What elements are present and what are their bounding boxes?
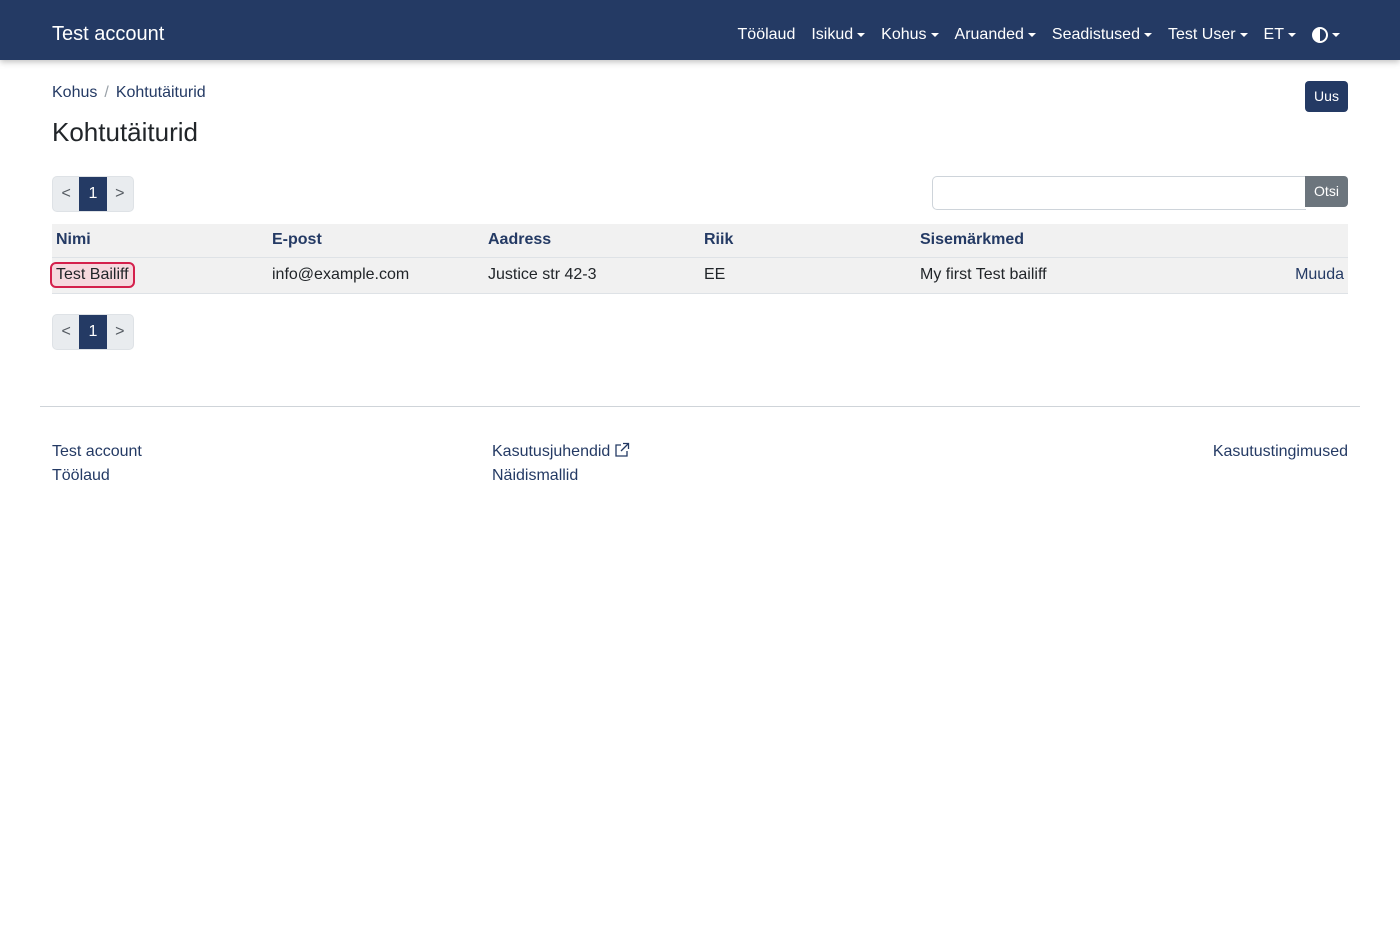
footer-link-toolaud[interactable]: Töölaud: [52, 464, 142, 488]
nav-item-toolaud[interactable]: Töölaud: [738, 24, 796, 46]
footer-link-account[interactable]: Test account: [52, 440, 142, 464]
cell-name: Test Bailiff: [50, 257, 268, 294]
footer-column-1: Test account Töölaud: [52, 440, 142, 488]
nav-item-isikud[interactable]: Isikud: [811, 24, 866, 46]
caret-down-icon: [857, 33, 866, 37]
nav-menu: Töölaud Isikud Kohus Aruanded Seadistuse…: [738, 24, 1340, 46]
pagination-prev-button[interactable]: <: [53, 177, 79, 211]
column-header-name: Nimi: [52, 224, 268, 258]
search-input[interactable]: [932, 176, 1306, 210]
top-navbar: Test account Töölaud Isikud Kohus Aruand…: [0, 0, 1400, 60]
table-row: Test Bailiff info@example.com Justice st…: [50, 257, 1348, 294]
column-header-notes: Sisemärkmed: [916, 224, 1216, 258]
pagination-bottom: < 1 >: [52, 314, 134, 350]
caret-down-icon: [930, 33, 939, 37]
footer-link-label: Kasutusjuhendid: [492, 443, 611, 460]
caret-down-icon: [1239, 33, 1248, 37]
cell-notes: My first Test bailiff: [916, 257, 1216, 294]
pagination-next-button[interactable]: >: [107, 315, 133, 349]
nav-item-language[interactable]: ET: [1264, 24, 1296, 46]
caret-down-icon: [1332, 33, 1340, 37]
breadcrumb-separator: /: [104, 84, 109, 101]
breadcrumb-item-current[interactable]: Kohtutäiturid: [116, 83, 206, 103]
pagination-prev-button[interactable]: <: [53, 315, 79, 349]
edit-link[interactable]: Muuda: [1295, 266, 1344, 283]
caret-down-icon: [1143, 33, 1152, 37]
breadcrumb-item-kohus[interactable]: Kohus: [52, 83, 97, 103]
pagination-top: < 1 >: [52, 176, 134, 212]
footer-divider: [40, 406, 1360, 407]
footer-link-terms[interactable]: Kasutustingimused: [1213, 440, 1348, 464]
cell-email: info@example.com: [268, 257, 484, 294]
column-header-country: Riik: [700, 224, 916, 258]
nav-item-label: Kohus: [881, 26, 927, 43]
nav-item-user-menu[interactable]: Test User: [1168, 24, 1248, 46]
footer-link-manuals[interactable]: Kasutusjuhendid: [492, 440, 630, 464]
table-header-row: Nimi E-post Aadress Riik Sisemärkmed: [52, 224, 1348, 258]
nav-item-label: ET: [1263, 26, 1284, 43]
nav-item-label: Seadistused: [1051, 26, 1140, 43]
footer-link-templates[interactable]: Näidismallid: [492, 464, 630, 488]
cell-address: Justice str 42-3: [484, 257, 700, 294]
column-header-email: E-post: [268, 224, 484, 258]
nav-item-seadistused[interactable]: Seadistused: [1052, 24, 1152, 46]
pagination-page-button[interactable]: 1: [79, 177, 107, 211]
footer-column-2: Kasutusjuhendid Näidismallid: [492, 440, 630, 488]
nav-item-kohus[interactable]: Kohus: [881, 24, 939, 46]
column-header-address: Aadress: [484, 224, 700, 258]
nav-item-label: Töölaud: [737, 26, 796, 43]
nav-item-label: Aruanded: [954, 26, 1024, 43]
search-button[interactable]: Otsi: [1305, 176, 1348, 207]
pagination-page-button[interactable]: 1: [79, 315, 107, 349]
footer-column-3: Kasutustingimused: [1213, 440, 1348, 464]
cell-actions: Muuda: [1216, 257, 1348, 294]
nav-item-label: Isikud: [811, 26, 854, 43]
pagination-next-button[interactable]: >: [107, 177, 133, 211]
caret-down-icon: [1288, 33, 1296, 37]
external-link-icon: [615, 442, 630, 457]
contrast-icon: [1312, 27, 1328, 43]
new-button[interactable]: Uus: [1305, 81, 1348, 112]
cell-country: EE: [700, 257, 916, 294]
breadcrumb: Kohus / Kohtutäiturid: [52, 83, 206, 103]
caret-down-icon: [1027, 33, 1036, 37]
brand-link[interactable]: Test account: [52, 22, 164, 46]
page-title: Kohtutäiturid: [52, 117, 198, 147]
nav-item-label: Test User: [1167, 26, 1236, 43]
column-header-actions: [1216, 224, 1348, 258]
bailiffs-table: Nimi E-post Aadress Riik Sisemärkmed Tes…: [50, 224, 1348, 294]
bailiff-name-link[interactable]: Test Bailiff: [50, 262, 135, 288]
nav-item-theme-toggle[interactable]: [1312, 27, 1340, 43]
nav-item-aruanded[interactable]: Aruanded: [955, 24, 1036, 46]
